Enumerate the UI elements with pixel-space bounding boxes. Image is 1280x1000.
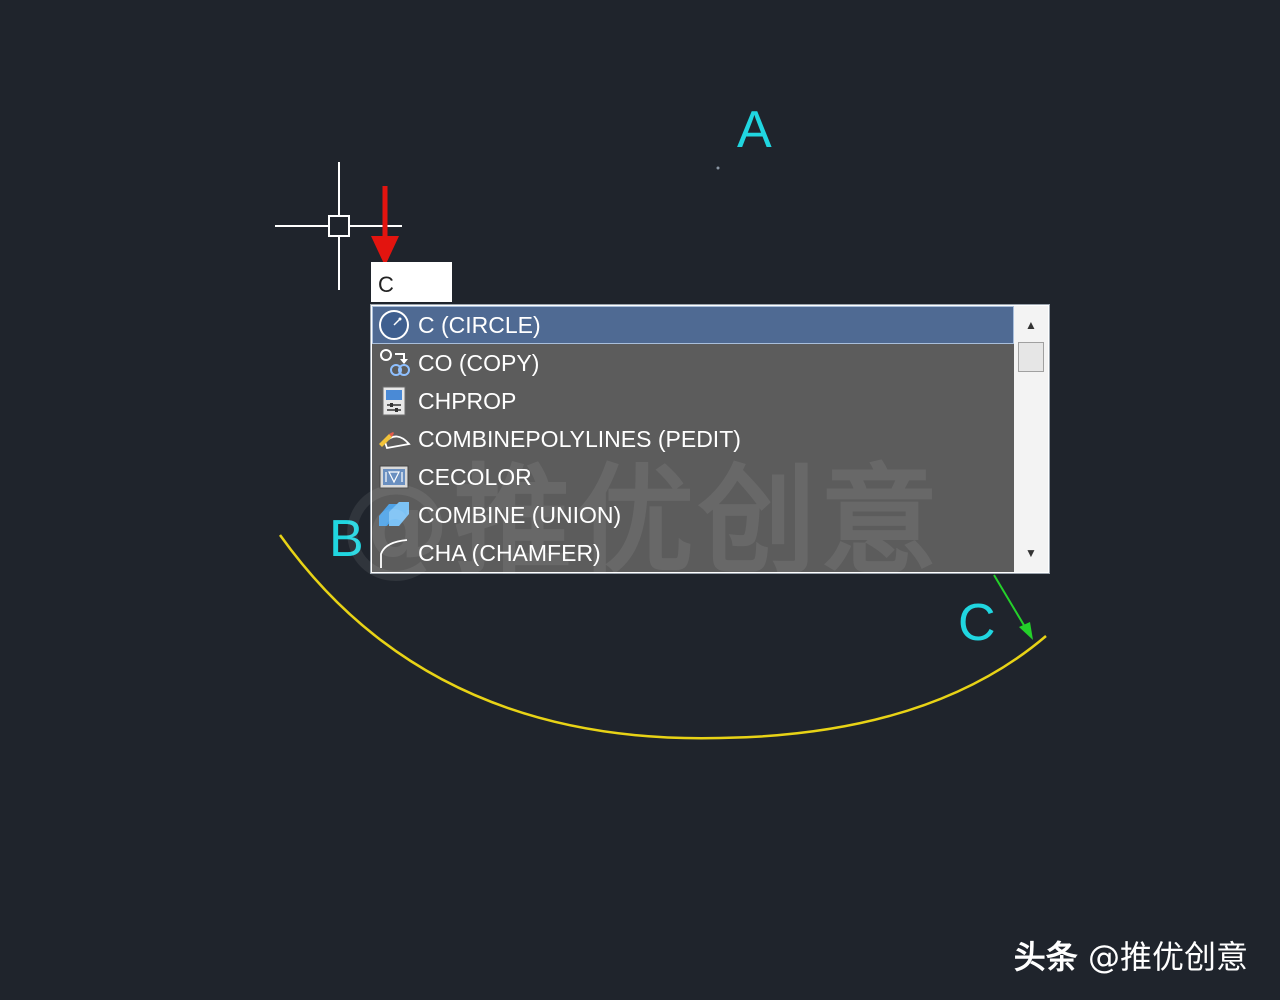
autocomplete-item-chprop[interactable]: CHPROP bbox=[372, 382, 1014, 420]
pedit-icon bbox=[379, 432, 411, 450]
scroll-up-arrow-icon[interactable]: ▲ bbox=[1014, 310, 1048, 340]
autocomplete-item-combine[interactable]: COMBINE (UNION) bbox=[372, 496, 1014, 534]
autocomplete-item-label: COMBINEPOLYLINES (PEDIT) bbox=[418, 425, 741, 452]
scrollbar-thumb[interactable] bbox=[1018, 342, 1044, 372]
autocomplete-item-combinepolylines[interactable]: COMBINEPOLYLINES (PEDIT) bbox=[372, 420, 1014, 458]
credit-brand: 头条 bbox=[1013, 938, 1078, 976]
command-autocomplete: C (CIRCLE) CO (COPY) CHPROP COMBINEPOLYL… bbox=[370, 304, 1050, 574]
autocomplete-item-label: CECOLOR bbox=[418, 463, 532, 490]
drawing-canvas[interactable]: A B C C (CIRCLE) CO bbox=[0, 0, 1280, 1000]
autocomplete-item-label: CHPROP bbox=[418, 387, 517, 414]
circle-icon bbox=[379, 310, 409, 340]
autocomplete-item-label: C (CIRCLE) bbox=[418, 311, 541, 338]
point-label-b: B bbox=[329, 510, 364, 568]
autocomplete-item-copy[interactable]: CO (COPY) bbox=[372, 344, 1014, 382]
copy-icon bbox=[380, 349, 410, 376]
union-icon bbox=[379, 502, 409, 526]
autocomplete-item-label: CO (COPY) bbox=[418, 349, 540, 376]
green-arrow-line bbox=[993, 574, 1029, 633]
green-arrow-head bbox=[1019, 622, 1033, 640]
scroll-down-arrow-icon[interactable]: ▼ bbox=[1014, 538, 1048, 568]
point-label-c: C bbox=[958, 594, 996, 652]
autocomplete-list: C (CIRCLE) CO (COPY) CHPROP COMBINEPOLYL… bbox=[372, 306, 1014, 572]
autocomplete-item-label: CHA (CHAMFER) bbox=[418, 539, 601, 566]
point-a-marker bbox=[716, 166, 720, 170]
color-icon bbox=[379, 465, 409, 489]
credit-handle: @推优创意 bbox=[1087, 938, 1248, 976]
autocomplete-item-label: COMBINE (UNION) bbox=[418, 501, 622, 528]
properties-icon bbox=[382, 386, 406, 416]
autocomplete-item-cecolor[interactable]: CECOLOR bbox=[372, 458, 1014, 496]
autocomplete-item-circle[interactable]: C (CIRCLE) bbox=[372, 306, 1014, 344]
autocomplete-item-chamfer[interactable]: CHA (CHAMFER) bbox=[372, 534, 1014, 572]
point-label-a: A bbox=[737, 101, 772, 159]
chamfer-icon bbox=[380, 539, 408, 568]
autocomplete-scrollbar[interactable]: ▲ ▼ bbox=[1014, 306, 1048, 572]
command-input[interactable] bbox=[371, 262, 452, 302]
source-credit: 头条 @推优创意 bbox=[1014, 932, 1248, 978]
